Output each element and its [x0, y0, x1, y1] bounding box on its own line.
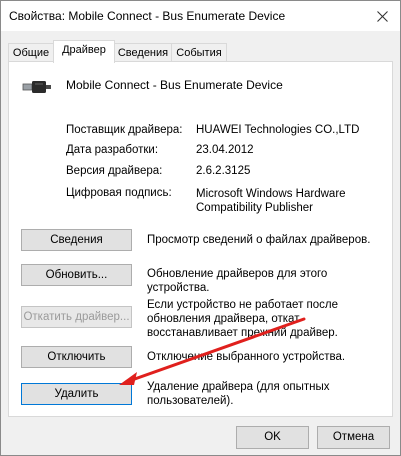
rollback-driver-button[interactable]: Откатить драйвер...: [21, 306, 132, 328]
version-label: Версия драйвера:: [66, 165, 163, 177]
ok-button[interactable]: OK: [236, 426, 309, 449]
title-bar[interactable]: Свойства: Mobile Connect - Bus Enumerate…: [1, 1, 400, 31]
tab-events[interactable]: События: [171, 43, 227, 62]
close-icon: [376, 10, 388, 22]
close-button[interactable]: [370, 5, 394, 27]
signer-value: Microsoft Windows Hardware Compatibility…: [196, 187, 346, 215]
device-name: Mobile Connect - Bus Enumerate Device: [66, 78, 283, 92]
version-value: 2.6.2.3125: [196, 165, 251, 177]
cancel-button[interactable]: Отмена: [317, 426, 390, 449]
provider-value: HUAWEI Technologies CO.,LTD: [196, 124, 360, 136]
uninstall-description-line2: пользователей).: [147, 395, 234, 407]
update-driver-button[interactable]: Обновить...: [21, 264, 132, 286]
uninstall-driver-button[interactable]: Удалить: [21, 383, 132, 405]
uninstall-description: Удаление драйвера (для опытных пользоват…: [147, 380, 392, 408]
date-value: 23.04.2012: [196, 144, 254, 156]
tab-driver[interactable]: Драйвер: [53, 40, 115, 63]
details-description: Просмотр сведений о файлах драйверов.: [147, 234, 371, 246]
date-label: Дата разработки:: [66, 144, 159, 156]
window-title: Свойства: Mobile Connect - Bus Enumerate…: [9, 9, 286, 23]
rollback-description-line2: обновления драйвера, откат: [147, 313, 300, 325]
signer-label: Цифровая подпись:: [66, 187, 172, 199]
tab-general[interactable]: Общие: [8, 43, 54, 62]
update-description: Обновление драйверов для этого устройств…: [147, 268, 328, 294]
disable-device-button[interactable]: Отключить: [21, 346, 132, 368]
signer-value-line2: Compatibility Publisher: [196, 202, 313, 214]
rollback-description-line1: Если устройство не работает после: [147, 299, 339, 311]
uninstall-description-line1: Удаление драйвера (для опытных: [147, 381, 330, 393]
rollback-description: Если устройство не работает после обновл…: [147, 298, 392, 340]
tab-details[interactable]: Сведения: [114, 43, 172, 62]
details-button[interactable]: Сведения: [21, 229, 132, 251]
disable-description: Отключение выбранного устройства.: [147, 351, 346, 363]
signer-value-line1: Microsoft Windows Hardware: [196, 188, 346, 200]
properties-dialog: Свойства: Mobile Connect - Bus Enumerate…: [0, 0, 401, 456]
usb-plug-icon: [22, 81, 51, 93]
driver-tab-panel: Mobile Connect - Bus Enumerate Device По…: [8, 61, 393, 417]
rollback-description-line3: восстанавливает прежний драйвер.: [147, 327, 338, 339]
provider-label: Поставщик драйвера:: [66, 124, 183, 136]
